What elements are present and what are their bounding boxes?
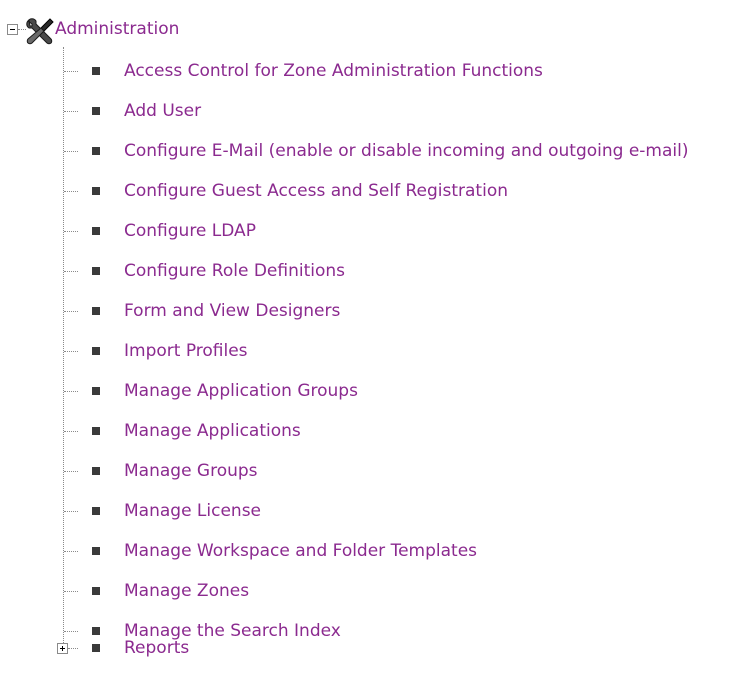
tree-item-label[interactable]: Access Control for Zone Administration F… [124,61,543,81]
tree-connector [64,431,78,432]
bullet-icon [92,67,100,75]
tree-item-label[interactable]: Configure LDAP [124,221,256,241]
tree-item: Manage Application Groups [0,371,751,411]
tools-icon [26,18,54,45]
tree-item-reports: Reports [0,628,751,668]
tree-connector [64,591,78,592]
tree-item-label[interactable]: Add User [124,101,201,121]
tree-item: Manage Zones [0,571,751,611]
tree-item-label[interactable]: Configure Guest Access and Self Registra… [124,181,508,201]
tree-connector [64,351,78,352]
tree-item-label[interactable]: Form and View Designers [124,301,340,321]
bullet-icon [92,227,100,235]
tree-connector [64,391,78,392]
bullet-icon [92,467,100,475]
tree-item: Manage Workspace and Folder Templates [0,531,751,571]
tree-item: Add User [0,91,751,131]
bullet-icon [92,347,100,355]
tree-item-label[interactable]: Configure Role Definitions [124,261,345,281]
tree-item: Manage Applications [0,411,751,451]
tree-connector [64,191,78,192]
tree-item: Import Profiles [0,331,751,371]
tree-item: Manage Groups [0,451,751,491]
bullet-icon [92,587,100,595]
tree-connector [64,311,78,312]
bullet-icon [92,307,100,315]
tree-item-label[interactable]: Manage Zones [124,581,249,601]
tree-item: Configure E-Mail (enable or disable inco… [0,131,751,171]
tree-item-label[interactable]: Configure E-Mail (enable or disable inco… [124,141,689,161]
tree-item: Configure Guest Access and Self Registra… [0,171,751,211]
bullet-icon [92,427,100,435]
tree-item: Form and View Designers [0,291,751,331]
tree-item: Manage License [0,491,751,531]
bullet-icon [92,267,100,275]
bullet-icon [92,147,100,155]
bullet-icon [92,507,100,515]
tree-item-label[interactable]: Manage License [124,501,261,521]
tree-item-label[interactable]: Manage Workspace and Folder Templates [124,541,477,561]
tree-connector [64,551,78,552]
tree-connector [64,471,78,472]
tree-connector [64,71,78,72]
bullet-icon [92,187,100,195]
tree-connector [68,648,78,649]
collapse-toggle-icon[interactable] [7,24,18,35]
bullet-icon [92,107,100,115]
bullet-icon [92,644,100,652]
tree-connector [64,231,78,232]
tree-root-label[interactable]: Administration [55,19,179,39]
tree-item: Access Control for Zone Administration F… [0,51,751,91]
tree-item: Configure LDAP [0,211,751,251]
tree-item-label[interactable]: Manage Groups [124,461,258,481]
tree-item-label[interactable]: Manage Applications [124,421,301,441]
tree-connector [64,271,78,272]
tree-item-label[interactable]: Import Profiles [124,341,248,361]
admin-tree: Administration Access Control for Zone A… [0,0,751,689]
tree-item-label[interactable]: Manage Application Groups [124,381,358,401]
tree-item-label[interactable]: Reports [124,638,189,658]
tree-connector [64,111,78,112]
bullet-icon [92,387,100,395]
tree-connector [64,511,78,512]
bullet-icon [92,547,100,555]
expand-toggle-icon[interactable] [57,643,68,654]
tree-item: Configure Role Definitions [0,251,751,291]
tree-connector [64,151,78,152]
